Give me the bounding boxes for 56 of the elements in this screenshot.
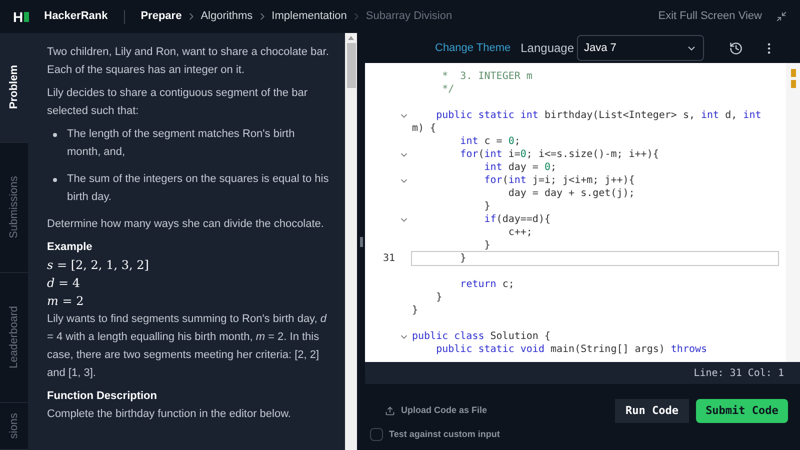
custom-input-checkbox[interactable] bbox=[370, 428, 383, 442]
bullet-text: The sum of the integers on the squares is equal to his birth day. bbox=[67, 172, 330, 205]
problem-paragraph: Lily wants to find segments summing to Ron's birth day, d = 4 with a length equalling his birth month, m = 2. In this case, there are two segments meeting her criteria: [2, 2] and [1, 3]. bbox=[47, 312, 328, 381]
history-icon[interactable] bbox=[728, 40, 743, 56]
math-formula: d = 4 bbox=[47, 275, 82, 292]
code-line: } bbox=[435, 291, 444, 304]
collapse-icon[interactable] bbox=[776, 11, 787, 22]
logo-letter: H bbox=[13, 10, 24, 24]
code-line: } bbox=[483, 200, 492, 213]
section-heading: Example bbox=[47, 240, 94, 255]
exit-fullscreen-link[interactable]: Exit Full Screen View bbox=[658, 8, 762, 25]
code-line: public static void main(String[] args) throws bbox=[435, 343, 708, 356]
code-line: int c = 0; bbox=[459, 135, 522, 148]
math-formula: m = 2 bbox=[47, 293, 85, 310]
code-line: } bbox=[412, 252, 778, 265]
bullet-icon bbox=[53, 178, 57, 182]
side-tab[interactable]: Problem bbox=[0, 33, 28, 143]
math-formula: s = [2, 2, 1, 3, 2] bbox=[47, 257, 150, 274]
code-line: if(day==d){ bbox=[483, 213, 552, 226]
code-line: day = day + s.get(j); bbox=[507, 187, 636, 200]
bullet-icon bbox=[53, 133, 57, 137]
breadcrumb-link[interactable]: Implementation bbox=[272, 8, 347, 25]
code-line: } bbox=[483, 239, 492, 252]
problem-paragraph: Lily decides to share a contiguous segment of the bar selected such that: bbox=[47, 86, 308, 119]
cursor-status: Line: 31 Col: 1 bbox=[694, 366, 784, 380]
upload-icon bbox=[385, 406, 395, 416]
line-number: 31 bbox=[382, 253, 395, 264]
breadcrumb-link[interactable]: Subarray Division bbox=[366, 8, 452, 25]
code-line: } bbox=[412, 304, 420, 317]
code-line: return c; bbox=[459, 278, 516, 291]
code-line: int day = 0; bbox=[483, 161, 558, 174]
code-line: */ bbox=[441, 83, 456, 96]
brand-name[interactable]: HackerRank bbox=[44, 8, 108, 25]
upload-code-button[interactable]: Upload Code as File bbox=[385, 404, 488, 418]
code-line: for(int i=0; i<=s.size()-m; i++){ bbox=[459, 148, 660, 161]
code-line: * 3. INTEGER m bbox=[441, 70, 534, 83]
run-code-button[interactable]: Run Code bbox=[615, 399, 689, 423]
submit-code-button[interactable]: Submit Code bbox=[696, 399, 788, 423]
editor-scrollbar[interactable] bbox=[786, 63, 800, 362]
code-line: c++; bbox=[507, 226, 534, 239]
problem-paragraph: Complete the birthday function in the editor below. bbox=[47, 407, 292, 422]
section-heading: Function Description bbox=[47, 389, 158, 404]
change-theme-link[interactable]: Change Theme bbox=[435, 40, 511, 56]
language-select[interactable]: Java 7 bbox=[577, 35, 704, 61]
scrollbar[interactable] bbox=[345, 33, 357, 450]
problem-paragraph: Determine how many ways she can divide the chocolate. bbox=[47, 217, 325, 232]
breadcrumb-link[interactable]: Prepare bbox=[140, 8, 182, 25]
code-line: public class Solution { bbox=[412, 330, 552, 343]
scrollbar-thumb[interactable] bbox=[346, 43, 356, 88]
code-line: for(int j=i; j<i+m; j++){ bbox=[483, 174, 636, 187]
language-label: Language bbox=[520, 40, 574, 57]
bullet-text: The length of the segment matches Ron's birth month, and, bbox=[67, 127, 296, 160]
breadcrumb-link[interactable]: Algorithms bbox=[200, 8, 253, 25]
scroll-up-icon[interactable] bbox=[348, 36, 354, 40]
problem-paragraph: Two children, Lily and Ron, want to share a chocolate bar. Each of the squares has an integer on it. bbox=[47, 45, 330, 78]
custom-input-label: Test against custom input bbox=[389, 428, 500, 441]
